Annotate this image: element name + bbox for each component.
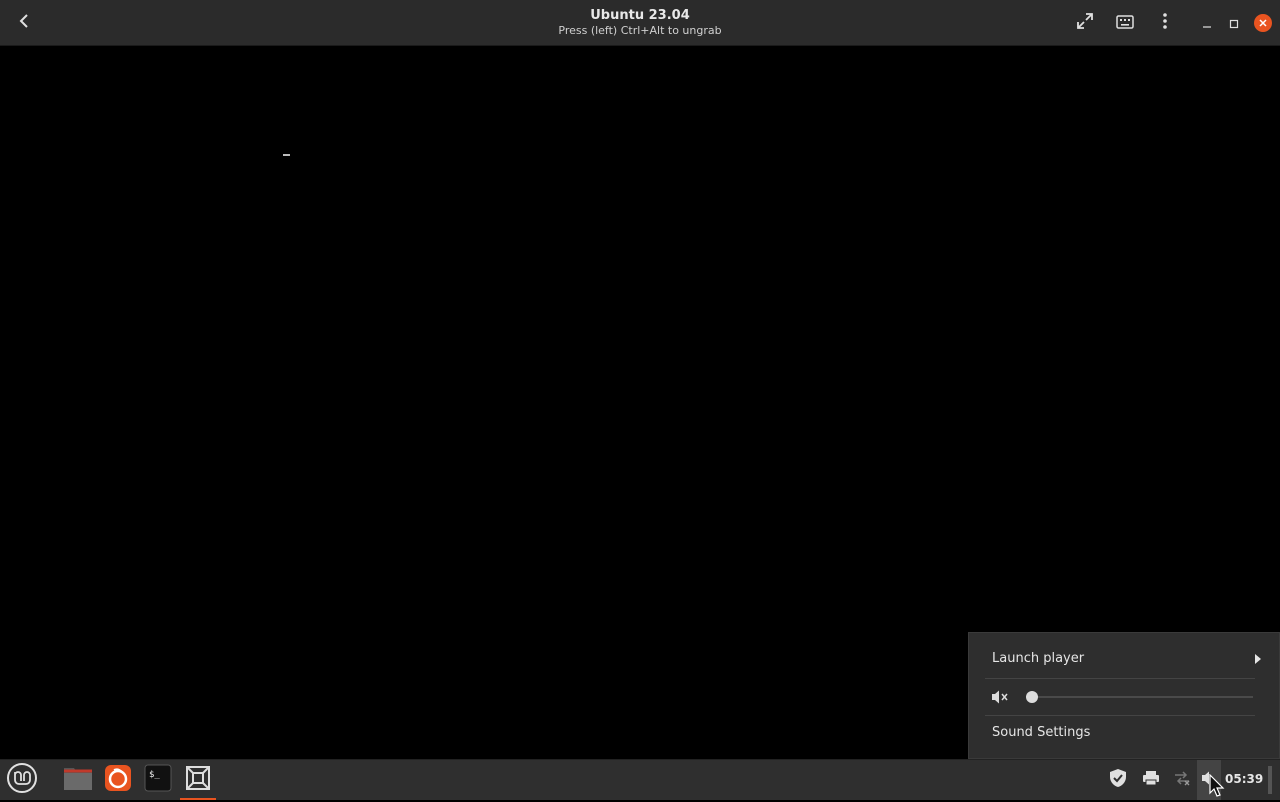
volume-slider-track[interactable] [1031,696,1253,698]
close-icon [1254,14,1272,32]
mute-icon[interactable] [991,689,1009,709]
chevron-left-icon [18,13,30,33]
taskbar: $_ 05:39 [0,759,1280,800]
network-tray[interactable] [1170,760,1194,800]
keyboard-icon [1116,14,1134,33]
clock[interactable]: 05:39 [1225,772,1263,786]
fullscreen-button[interactable] [1069,7,1101,39]
launch-player-label: Launch player [992,651,1085,666]
gnome-boxes-icon [184,764,212,796]
printer-tray[interactable] [1139,760,1163,800]
update-manager-tray[interactable] [1106,760,1130,800]
minimize-icon [1202,14,1212,33]
folder-icon [63,765,93,795]
svg-text:$_: $_ [149,770,160,780]
sound-settings-item[interactable]: Sound Settings [992,725,1090,740]
mint-logo-icon [6,762,38,798]
shield-check-icon [1109,768,1127,792]
maximize-icon [1229,14,1239,33]
start-menu-button[interactable] [2,760,42,800]
show-desktop-button[interactable] [1268,766,1272,794]
boxes-launcher[interactable] [180,760,216,800]
keyboard-button[interactable] [1109,7,1141,39]
terminal-launcher[interactable]: $_ [138,760,178,800]
firefox-icon [104,764,132,796]
sound-menu: Launch player Sound Settings [968,632,1280,759]
files-launcher[interactable] [58,760,98,800]
network-disconnected-icon [1173,770,1191,790]
fullscreen-icon [1076,12,1094,34]
mouse-pointer-icon [1209,773,1225,802]
text-cursor [283,154,290,156]
window-titlebar: Ubuntu 23.04 Press (left) Ctrl+Alt to un… [0,0,1280,46]
kebab-menu-icon [1163,13,1167,33]
volume-slider-knob[interactable] [1026,691,1038,703]
menu-separator [985,678,1255,679]
terminal-icon: $_ [144,764,172,796]
menu-separator [985,715,1255,716]
firefox-launcher[interactable] [98,760,138,800]
menu-button[interactable] [1149,7,1181,39]
launch-player-item[interactable]: Launch player [992,651,1262,671]
maximize-button[interactable] [1218,7,1250,39]
arrow-right-icon [1254,653,1262,669]
back-button[interactable] [8,7,40,39]
printer-icon [1142,770,1160,790]
close-button[interactable] [1247,7,1279,39]
